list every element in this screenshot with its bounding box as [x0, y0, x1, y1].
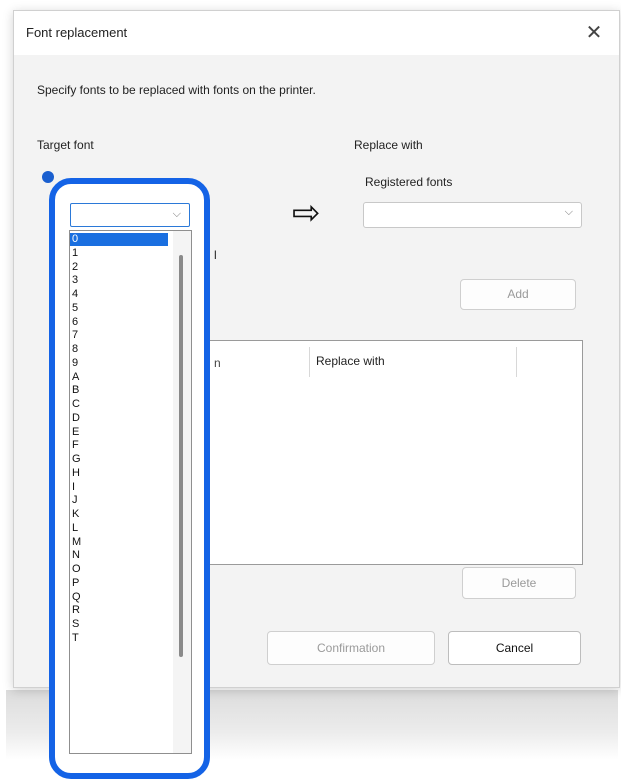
chevron-down-icon: ⌵: [172, 208, 181, 220]
chevron-down-icon: ⌵: [564, 206, 573, 218]
column-divider: [516, 347, 517, 377]
dropdown-option[interactable]: R: [70, 604, 168, 617]
scrollbar-thumb[interactable]: [179, 255, 183, 657]
dropdown-option[interactable]: C: [70, 398, 168, 411]
dropdown-option[interactable]: 1: [70, 247, 168, 260]
confirmation-button[interactable]: Confirmation: [267, 631, 435, 665]
dropdown-option[interactable]: E: [70, 426, 168, 439]
dropdown-option[interactable]: F: [70, 439, 168, 452]
dropdown-option[interactable]: 7: [70, 329, 168, 342]
dropdown-option[interactable]: A: [70, 371, 168, 384]
dropdown-option[interactable]: H: [70, 467, 168, 480]
registered-fonts-label: Registered fonts: [365, 175, 453, 189]
dropdown-option[interactable]: T: [70, 632, 168, 645]
arrow-right-icon: ⇨: [292, 194, 321, 232]
delete-button[interactable]: Delete: [462, 567, 576, 599]
dropdown-option[interactable]: P: [70, 577, 168, 590]
dropdown-option[interactable]: 3: [70, 274, 168, 287]
dropdown-option[interactable]: 4: [70, 288, 168, 301]
dropdown-option[interactable]: 6: [70, 316, 168, 329]
dropdown-option[interactable]: 9: [70, 357, 168, 370]
title-bar: Font replacement ✕: [14, 11, 619, 55]
dropdown-option[interactable]: Q: [70, 591, 168, 604]
column-divider: [309, 347, 310, 377]
dropdown-option[interactable]: D: [70, 412, 168, 425]
scrollbar[interactable]: [173, 231, 191, 753]
clipped-label: l: [214, 248, 217, 262]
dialog-title: Font replacement: [26, 25, 128, 40]
dropdown-option[interactable]: I: [70, 481, 168, 494]
target-font-select[interactable]: ⌵: [70, 203, 190, 227]
add-button[interactable]: Add: [460, 279, 576, 310]
dropdown-option[interactable]: 2: [70, 261, 168, 274]
dropdown-option[interactable]: J: [70, 494, 168, 507]
column-header-replace-with: Replace with: [316, 354, 385, 368]
dropdown-option[interactable]: G: [70, 453, 168, 466]
dropdown-option[interactable]: O: [70, 563, 168, 576]
dropdown-option[interactable]: 0: [70, 233, 168, 246]
dropdown-option[interactable]: S: [70, 618, 168, 631]
clipped-label: n: [214, 356, 221, 370]
dropdown-option[interactable]: N: [70, 549, 168, 562]
replace-with-label: Replace with: [354, 138, 423, 152]
dropdown-option[interactable]: K: [70, 508, 168, 521]
cancel-button[interactable]: Cancel: [448, 631, 581, 665]
dropdown-option[interactable]: L: [70, 522, 168, 535]
target-font-options-list[interactable]: 0123456789ABCDEFGHIJKLMNOPQRST: [69, 230, 192, 754]
target-font-radio[interactable]: [42, 171, 54, 183]
dropdown-option[interactable]: B: [70, 384, 168, 397]
dropdown-option[interactable]: M: [70, 536, 168, 549]
registered-fonts-select[interactable]: ⌵: [363, 202, 582, 228]
dropdown-option[interactable]: 5: [70, 302, 168, 315]
dropdown-option[interactable]: 8: [70, 343, 168, 356]
replacement-list[interactable]: Replace with: [193, 340, 583, 565]
target-font-label: Target font: [37, 138, 94, 152]
description-text: Specify fonts to be replaced with fonts …: [37, 83, 316, 97]
close-icon[interactable]: ✕: [579, 19, 609, 47]
